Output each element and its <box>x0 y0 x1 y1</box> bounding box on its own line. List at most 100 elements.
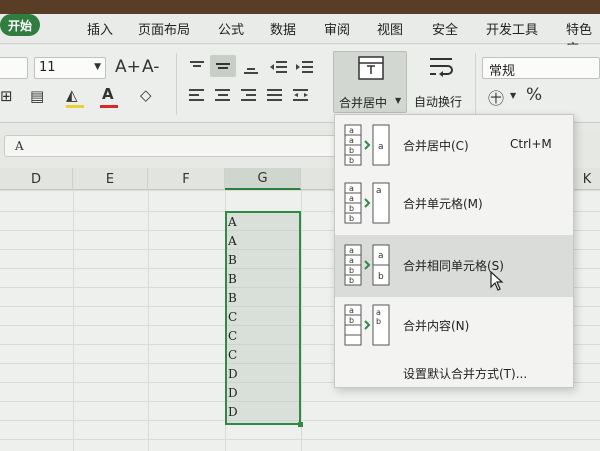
align-top-icon[interactable] <box>188 59 206 75</box>
fill-color-bar <box>66 105 84 108</box>
merge-content-icon: ab ab <box>344 304 390 346</box>
menu-item-merge-same-cells[interactable]: aabb ab 合并相同单元格(S) <box>335 235 573 297</box>
svg-text:b: b <box>349 214 354 223</box>
font-shrink-button[interactable]: A- <box>142 57 159 77</box>
tab-security[interactable]: 安全 <box>432 19 458 38</box>
ribbon-toolbar: 11 ▼ A+ A- ⊞ ▤ ◭ A ◇ 合并居中 ▼ 自动换行 常规 ㊉ ▼ … <box>0 45 600 123</box>
cell-G12[interactable]: D <box>228 405 238 419</box>
merge-same-cells-icon: aabb ab <box>344 244 390 286</box>
menu-item-default-merge-setting[interactable]: 设置默认合并方式(T)... <box>403 365 527 382</box>
wrap-text-icon[interactable] <box>428 55 454 79</box>
clear-format-icon[interactable]: ◇ <box>140 86 152 104</box>
chevron-down-icon: ▼ <box>94 62 101 72</box>
column-header-D[interactable]: D <box>0 168 73 190</box>
svg-text:a: a <box>349 194 354 203</box>
svg-text:b: b <box>376 317 381 326</box>
fill-color-icon[interactable]: ◭ <box>66 86 78 104</box>
svg-text:a: a <box>349 126 354 135</box>
cell-G4[interactable]: B <box>228 253 237 267</box>
menu-item-merge-content[interactable]: ab ab 合并内容(N) <box>335 295 573 357</box>
tab-view[interactable]: 视图 <box>377 19 403 38</box>
merge-cells-icon: aabb a <box>344 182 390 224</box>
cell-G9[interactable]: C <box>228 348 237 362</box>
tab-data[interactable]: 数据 <box>270 19 296 38</box>
font-grow-button[interactable]: A+ <box>115 57 141 77</box>
cell-G8[interactable]: C <box>228 329 237 343</box>
font-color-bar <box>100 105 118 108</box>
column-header-K[interactable]: K <box>574 168 600 190</box>
font-name-select[interactable] <box>0 57 28 79</box>
svg-text:a: a <box>349 246 354 255</box>
distributed-align-icon[interactable] <box>292 87 310 103</box>
align-middle-icon <box>216 63 230 69</box>
tab-insert[interactable]: 插入 <box>87 19 113 38</box>
align-right-icon[interactable] <box>240 87 258 103</box>
grid-line <box>0 439 600 440</box>
cell-G10[interactable]: D <box>228 367 238 381</box>
svg-text:a: a <box>349 136 354 145</box>
svg-text:a: a <box>378 142 384 152</box>
tab-page-layout[interactable]: 页面布局 <box>138 19 190 38</box>
font-color-icon[interactable]: A <box>102 85 114 103</box>
menu-item-merge-cells[interactable]: aabb a 合并单元格(M) <box>335 173 573 235</box>
svg-text:b: b <box>349 204 354 213</box>
formula-value: A <box>15 139 24 153</box>
fill-pattern-icon[interactable]: ▤ <box>30 87 44 105</box>
justify-icon[interactable] <box>266 87 284 103</box>
svg-text:a: a <box>349 256 354 265</box>
cell-G11[interactable]: D <box>228 386 238 400</box>
formula-input[interactable]: A <box>4 135 344 157</box>
align-middle-button[interactable] <box>210 55 236 77</box>
cell-G7[interactable]: C <box>228 310 237 324</box>
svg-text:b: b <box>349 156 354 165</box>
menu-item-label: 合并相同单元格(S) <box>403 259 504 273</box>
borders-icon[interactable]: ⊞ <box>0 87 13 105</box>
svg-text:a: a <box>378 251 384 261</box>
indent-increase-icon[interactable] <box>296 59 314 75</box>
menu-item-merge-center[interactable]: aabb a 合并居中(C) Ctrl+M <box>335 115 573 177</box>
mouse-cursor-icon <box>490 271 504 291</box>
align-left-icon[interactable] <box>188 87 206 103</box>
column-header-F[interactable]: F <box>148 168 225 190</box>
wrap-text-button[interactable]: 自动换行 <box>414 93 462 110</box>
svg-text:b: b <box>349 146 354 155</box>
font-size-select[interactable]: 11 ▼ <box>34 57 106 79</box>
tab-home[interactable]: 开始 <box>0 14 40 36</box>
number-format-select[interactable]: 常规 <box>482 57 600 79</box>
ribbon-separator <box>176 53 177 115</box>
merge-center-label: 合并居中 <box>339 96 388 110</box>
ribbon-separator <box>475 53 476 115</box>
menu-item-label: 合并居中(C) <box>403 139 469 153</box>
merge-center-icon: aabb a <box>344 124 390 166</box>
tab-formulas[interactable]: 公式 <box>218 19 244 38</box>
percent-button[interactable]: % <box>526 85 542 105</box>
align-bottom-icon[interactable] <box>242 59 260 75</box>
chevron-down-icon: ▼ <box>395 96 402 105</box>
indent-decrease-icon[interactable] <box>270 59 288 75</box>
svg-text:b: b <box>349 276 354 285</box>
svg-text:b: b <box>378 272 384 282</box>
tab-review[interactable]: 审阅 <box>324 19 350 38</box>
number-format-value: 常规 <box>489 64 516 79</box>
cell-G6[interactable]: B <box>228 291 237 305</box>
svg-text:b: b <box>349 316 354 325</box>
align-center-icon[interactable] <box>214 87 232 103</box>
merge-center-button[interactable]: 合并居中 ▼ <box>333 51 407 113</box>
window-top-strip <box>0 0 600 14</box>
svg-text:a: a <box>349 306 354 315</box>
merge-cells-icon <box>358 56 384 80</box>
merge-dropdown-menu: aabb a 合并居中(C) Ctrl+M aabb a 合并单元格(M) aa… <box>334 114 574 388</box>
cell-G3[interactable]: A <box>228 234 237 248</box>
fill-handle[interactable] <box>298 422 303 427</box>
cell-G2[interactable]: A <box>228 215 237 229</box>
column-header-E[interactable]: E <box>73 168 148 190</box>
menu-item-label: 合并单元格(M) <box>403 197 483 211</box>
tab-developer[interactable]: 开发工具 <box>486 19 538 38</box>
currency-icon[interactable]: ㊉ <box>488 85 504 109</box>
svg-text:a: a <box>349 184 354 193</box>
font-size-value: 11 <box>39 60 56 75</box>
chevron-down-icon: ▼ <box>510 91 517 100</box>
cell-G5[interactable]: B <box>228 272 237 286</box>
svg-text:a: a <box>376 186 382 196</box>
column-header-G[interactable]: G <box>225 168 301 190</box>
